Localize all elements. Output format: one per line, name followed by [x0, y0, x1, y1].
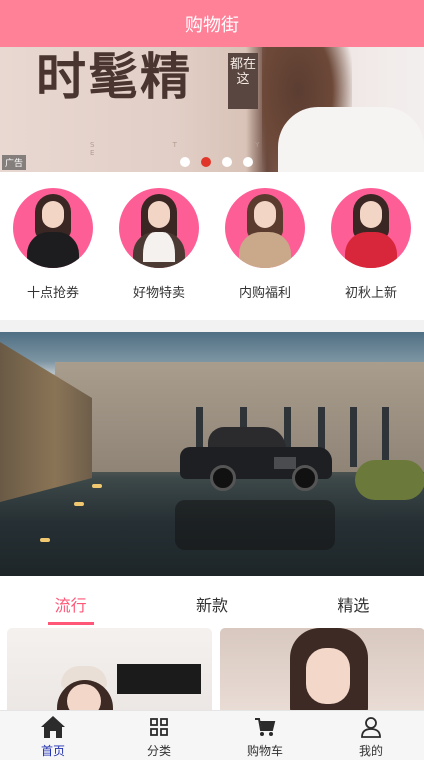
category-item-neigou[interactable]: 内购福利	[212, 172, 318, 320]
tabbar-item-home[interactable]: 首页	[0, 711, 106, 760]
carousel-dot[interactable]	[243, 157, 253, 167]
tabbar-label: 购物车	[246, 744, 283, 758]
tabbar-label: 我的	[358, 744, 383, 758]
category-grid-icon	[146, 715, 172, 739]
tab-control: 流行 新款 精选	[0, 576, 424, 628]
page-title: 购物街	[185, 14, 239, 36]
tabbar-item-cart[interactable]: 购物车	[212, 711, 318, 760]
category-item-shidian[interactable]: 十点抢券	[0, 172, 106, 320]
carousel-dot-active[interactable]	[201, 157, 211, 167]
category-avatar	[225, 188, 305, 268]
goods-item[interactable]	[7, 628, 212, 710]
category-label: 初秋上新	[344, 286, 397, 301]
bottom-tab-bar: 首页 分类 购物车 我的	[0, 710, 424, 760]
tab-new[interactable]: 新款	[141, 576, 282, 628]
category-item-haowu[interactable]: 好物特卖	[106, 172, 212, 320]
tab-label: 精选	[337, 596, 370, 615]
product-image-sign	[117, 664, 201, 694]
category-label: 内购福利	[238, 286, 291, 301]
carousel-dot[interactable]	[222, 157, 232, 167]
category-avatar	[331, 188, 411, 268]
category-avatar	[13, 188, 93, 268]
goods-item[interactable]	[220, 628, 424, 710]
tab-label: 流行	[54, 596, 87, 615]
carousel-indicators	[180, 157, 253, 167]
category-label: 十点抢券	[26, 286, 79, 301]
tab-selected[interactable]: 精选	[283, 576, 424, 628]
banner-tag: 都在这	[228, 53, 258, 109]
banner-headline: 时髦精	[36, 47, 192, 106]
section-divider	[0, 320, 424, 332]
home-icon	[40, 715, 66, 739]
goods-grid	[0, 628, 424, 710]
tabbar-item-category[interactable]: 分类	[106, 711, 212, 760]
banner-carousel[interactable]: 时髦精 都在这 S T Y L E 广告	[0, 47, 424, 172]
recommend-categories: 十点抢券 好物特卖 内购福利 初秋上新	[0, 172, 424, 320]
tab-label: 新款	[195, 596, 228, 615]
cart-icon	[252, 715, 278, 739]
car-reflection	[175, 500, 335, 550]
shrub	[355, 460, 424, 500]
category-avatar	[119, 188, 199, 268]
car	[180, 427, 332, 491]
category-item-chuqiu[interactable]: 初秋上新	[318, 172, 424, 320]
carousel-dot[interactable]	[180, 157, 190, 167]
tabbar-item-profile[interactable]: 我的	[318, 711, 424, 760]
tab-active-indicator	[47, 622, 94, 625]
ad-badge: 广告	[2, 155, 27, 170]
tabbar-label: 分类	[146, 744, 171, 758]
user-icon	[358, 715, 384, 739]
tabbar-label: 首页	[40, 744, 65, 758]
feature-image[interactable]	[0, 332, 424, 576]
category-label: 好物特卖	[132, 286, 185, 301]
tab-popular[interactable]: 流行	[0, 576, 141, 628]
nav-bar: 购物街	[0, 0, 424, 47]
banner-model-shirt	[278, 107, 424, 172]
